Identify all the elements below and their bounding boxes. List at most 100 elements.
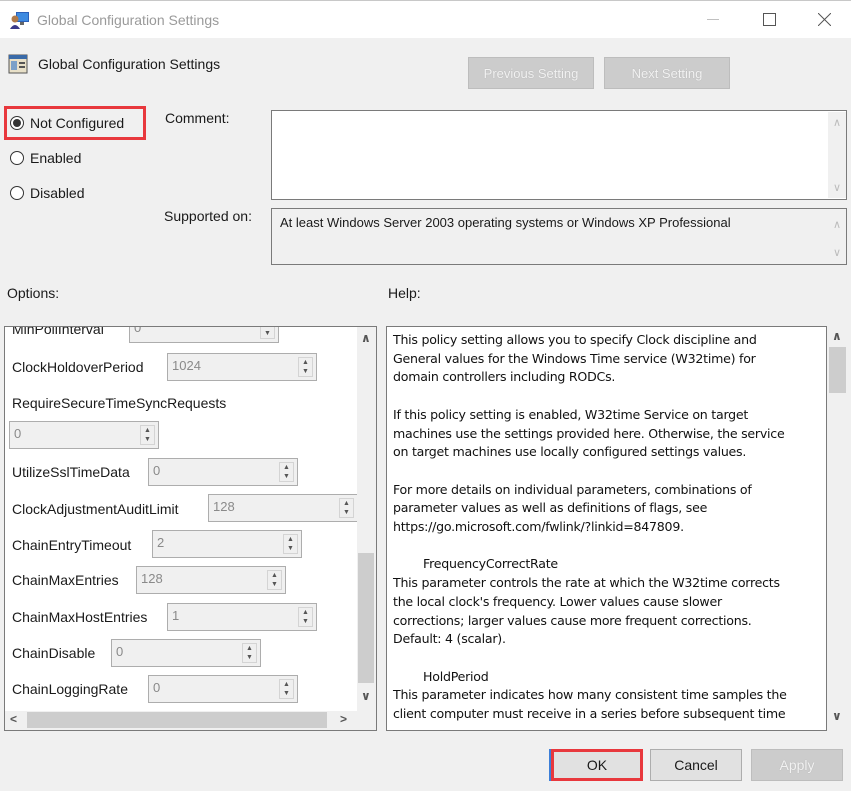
spin-down-icon[interactable]: ▼ [302, 368, 309, 376]
scrollbar-thumb[interactable] [358, 553, 374, 683]
radio-label: Enabled [30, 150, 82, 166]
scroll-up-icon[interactable]: ∧ [828, 116, 846, 129]
scroll-down-icon[interactable]: ∨ [828, 181, 846, 194]
scroll-up-icon[interactable]: ∧ [361, 331, 371, 345]
option-label: ClockHoldoverPeriod [12, 359, 144, 375]
option-value: 128 [213, 499, 235, 514]
spin-down-icon[interactable]: ▼ [271, 581, 278, 589]
option-spinbox[interactable]: 1 ▲ ▼ [167, 603, 317, 631]
options-pane: MinPollInterval 0 ▲▼ ClockHoldoverPeriod… [4, 326, 377, 731]
maximize-button[interactable] [746, 1, 792, 38]
option-label: ClockAdjustmentAuditLimit [12, 501, 179, 517]
comment-textarea[interactable]: ∧ ∨ [271, 110, 847, 200]
spin-buttons[interactable]: ▲▼ [140, 425, 155, 445]
cancel-button[interactable]: Cancel [650, 749, 742, 781]
spin-up-icon[interactable]: ▲ [302, 609, 309, 617]
option-label: MinPollInterval [12, 327, 104, 337]
option-spinbox[interactable]: 0 ▲▼ [111, 639, 261, 667]
window-title: Global Configuration Settings [37, 12, 220, 28]
scroll-down-icon[interactable]: ∨ [832, 709, 842, 723]
spin-buttons[interactable]: ▲▼ [339, 498, 354, 518]
spin-down-icon[interactable]: ▼ [144, 436, 151, 444]
comment-scrollbar[interactable]: ∧ ∨ [828, 112, 846, 198]
scroll-up-icon[interactable]: ∧ [828, 218, 846, 231]
ok-button[interactable]: OK [551, 749, 643, 781]
spin-down-icon[interactable]: ▼ [283, 690, 290, 698]
minimize-button[interactable] [690, 1, 736, 38]
spin-down-icon[interactable]: ▼ [302, 618, 309, 626]
apply-button[interactable]: Apply [751, 749, 843, 781]
spin-up-icon[interactable]: ▲ [271, 572, 278, 580]
option-value: 0 [116, 644, 124, 659]
maximize-icon [762, 13, 776, 26]
spin-buttons[interactable]: ▲▼ [260, 327, 275, 339]
option-spinbox[interactable]: 128 ▲ ▼ [208, 494, 357, 522]
minimize-icon [707, 18, 719, 20]
options-vertical-scrollbar[interactable]: ∧ ∨ [357, 327, 375, 711]
spin-buttons[interactable]: ▲▼ [279, 679, 294, 699]
next-setting-button[interactable]: Next Setting [604, 57, 730, 89]
spin-down-icon[interactable]: ▼ [264, 330, 271, 338]
radio-not-configured[interactable]: Not Configured [10, 115, 124, 131]
spin-up-icon[interactable]: ▲ [302, 359, 309, 367]
spin-down-icon[interactable]: ▼ [343, 509, 350, 517]
option-value: 1 [172, 608, 180, 623]
scroll-left-icon[interactable]: < [10, 712, 17, 726]
spin-down-icon[interactable]: ▼ [287, 545, 294, 553]
spin-buttons[interactable]: ▲▼ [267, 570, 282, 590]
supported-scrollbar[interactable]: ∧ ∨ [828, 210, 846, 263]
policy-setting-icon [8, 54, 28, 74]
option-label: ChainMaxHostEntries [12, 609, 148, 625]
scrollbar-thumb[interactable] [27, 712, 327, 728]
spin-up-icon[interactable]: ▲ [264, 327, 271, 329]
scroll-down-icon[interactable]: ∨ [361, 689, 371, 703]
previous-setting-button[interactable]: Previous Setting [468, 57, 594, 89]
spin-up-icon[interactable]: ▲ [287, 536, 294, 544]
policy-computer-icon [10, 12, 29, 29]
radio-empty-icon [10, 186, 24, 200]
setting-title: Global Configuration Settings [38, 56, 221, 72]
help-label: Help: [388, 285, 421, 301]
option-spinbox[interactable]: 0 ▲▼ [9, 421, 159, 449]
option-spinbox[interactable]: 0 ▲▼ [129, 327, 279, 343]
options-list: MinPollInterval 0 ▲▼ ClockHoldoverPeriod… [5, 327, 357, 711]
options-horizontal-scrollbar[interactable]: < > [5, 711, 357, 729]
option-spinbox[interactable]: 1024 ▲ ▼ [167, 353, 317, 381]
scrollbar-thumb[interactable] [829, 347, 846, 393]
scroll-down-icon[interactable]: ∨ [828, 246, 846, 259]
option-value: 0 [153, 680, 161, 695]
spin-up-icon[interactable]: ▲ [246, 645, 253, 653]
spin-up-icon[interactable]: ▲ [283, 464, 290, 472]
option-label: ChainDisable [12, 645, 96, 661]
radio-disabled[interactable]: Disabled [10, 185, 84, 201]
option-value: 128 [141, 571, 163, 586]
option-spinbox[interactable]: 0 ▲▼ [148, 675, 298, 703]
supported-on-value: At least Windows Server 2003 operating s… [280, 215, 731, 230]
radio-empty-icon [10, 151, 24, 165]
option-label: ChainLoggingRate [12, 681, 128, 697]
help-vertical-scrollbar[interactable]: ∧ ∨ [827, 326, 847, 731]
option-spinbox[interactable]: 0 ▲▼ [148, 458, 298, 486]
option-label: RequireSecureTimeSyncRequests [12, 395, 227, 411]
option-spinbox[interactable]: 128 ▲ ▼ [136, 566, 286, 594]
spin-buttons[interactable]: ▲▼ [242, 643, 257, 663]
scroll-right-icon[interactable]: > [340, 712, 347, 726]
scroll-up-icon[interactable]: ∧ [832, 329, 842, 343]
spin-down-icon[interactable]: ▼ [283, 473, 290, 481]
option-spinbox[interactable]: 2 ▲ ▼ [152, 530, 302, 558]
spin-buttons[interactable]: ▲▼ [279, 462, 294, 482]
radio-enabled[interactable]: Enabled [10, 150, 81, 166]
spin-up-icon[interactable]: ▲ [343, 500, 350, 508]
spin-buttons[interactable]: ▲▼ [298, 607, 313, 627]
close-button[interactable] [801, 1, 847, 38]
option-value: 2 [157, 535, 165, 550]
spin-up-icon[interactable]: ▲ [144, 427, 151, 435]
spin-buttons[interactable]: ▲▼ [283, 534, 298, 554]
options-label: Options: [7, 285, 60, 301]
comment-label: Comment: [165, 110, 230, 126]
spin-up-icon[interactable]: ▲ [283, 681, 290, 689]
spin-down-icon[interactable]: ▼ [246, 654, 253, 662]
option-value: 0 [14, 426, 22, 441]
spin-buttons[interactable]: ▲▼ [298, 357, 313, 377]
help-text: This policy setting allows you to specif… [393, 332, 787, 722]
